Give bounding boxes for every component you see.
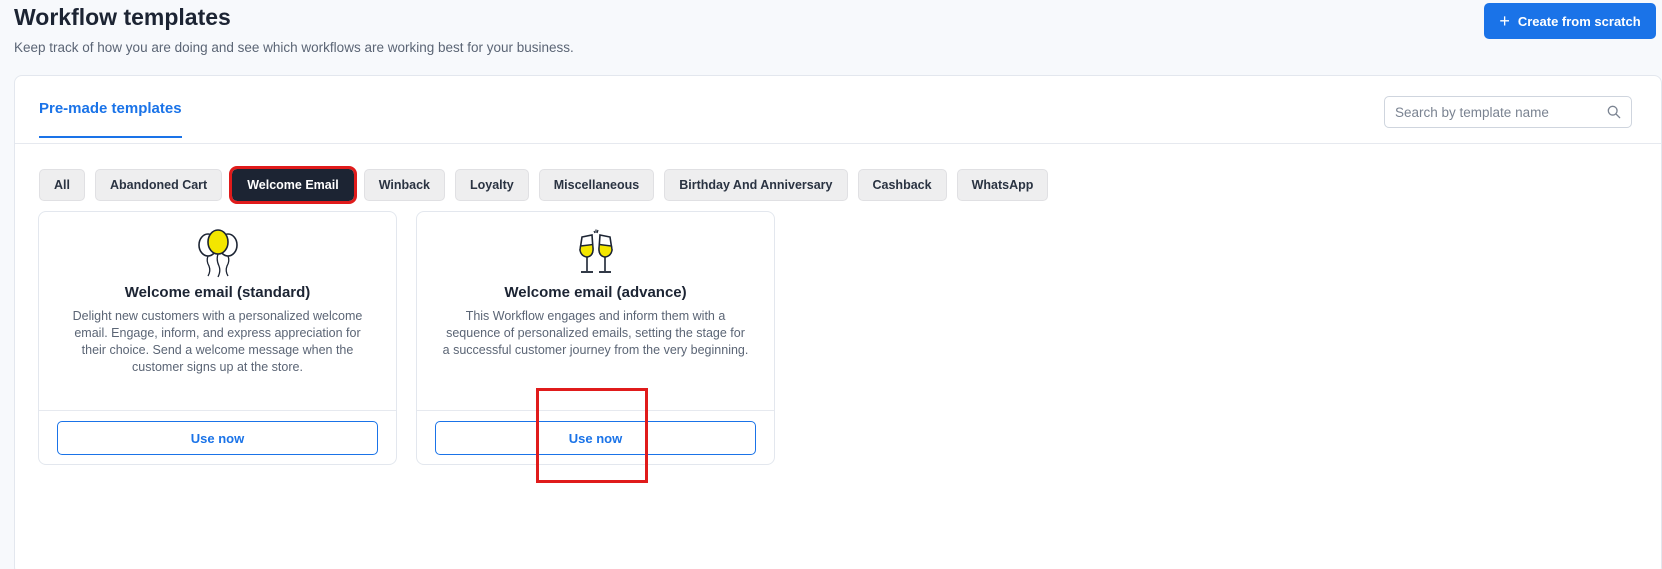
filter-abandoned-cart[interactable]: Abandoned Cart bbox=[94, 169, 223, 201]
filter-winback[interactable]: Winback bbox=[363, 169, 445, 201]
templates-panel: Pre-made templates All Abandoned Cart We… bbox=[14, 75, 1662, 569]
card-divider bbox=[417, 410, 774, 411]
card-divider bbox=[39, 410, 396, 411]
create-from-scratch-button[interactable]: + Create from scratch bbox=[1484, 3, 1656, 39]
filter-cashback[interactable]: Cashback bbox=[857, 169, 947, 201]
filter-loyalty[interactable]: Loyalty bbox=[455, 169, 529, 201]
card-description: This Workflow engages and inform them wi… bbox=[442, 309, 749, 357]
use-now-button-standard[interactable]: Use now bbox=[57, 421, 378, 455]
use-now-button-advance[interactable]: Use now bbox=[435, 421, 756, 455]
category-filters: All Abandoned Cart Welcome Email Winback… bbox=[39, 166, 1049, 204]
balloons-icon bbox=[197, 229, 238, 278]
tab-pre-made-templates[interactable]: Pre-made templates bbox=[39, 100, 182, 138]
tabs-bar: Pre-made templates bbox=[15, 76, 1661, 144]
template-card-welcome-standard: Welcome email (standard) Delight new cus… bbox=[38, 211, 397, 465]
card-title: Welcome email (advance) bbox=[504, 284, 687, 301]
page-subtitle: Keep track of how you are doing and see … bbox=[14, 40, 574, 55]
filter-all[interactable]: All bbox=[39, 169, 85, 201]
search-box[interactable] bbox=[1384, 96, 1632, 128]
champagne-glasses-icon bbox=[578, 229, 613, 273]
filter-whatsapp[interactable]: WhatsApp bbox=[956, 169, 1049, 201]
create-button-label: Create from scratch bbox=[1517, 13, 1641, 29]
page-title: Workflow templates bbox=[14, 4, 231, 30]
card-title: Welcome email (standard) bbox=[124, 284, 311, 301]
search-input[interactable] bbox=[1395, 104, 1607, 120]
filter-miscellaneous[interactable]: Miscellaneous bbox=[538, 169, 655, 201]
search-icon bbox=[1607, 105, 1621, 119]
template-card-welcome-advance: Welcome email (advance) This Workflow en… bbox=[416, 211, 775, 465]
filter-birthday-and-anniversary[interactable]: Birthday And Anniversary bbox=[664, 169, 848, 201]
plus-icon: + bbox=[1499, 11, 1510, 31]
filter-welcome-email[interactable]: Welcome Email bbox=[229, 166, 357, 204]
card-description: Delight new customers with a personalize… bbox=[72, 309, 363, 374]
